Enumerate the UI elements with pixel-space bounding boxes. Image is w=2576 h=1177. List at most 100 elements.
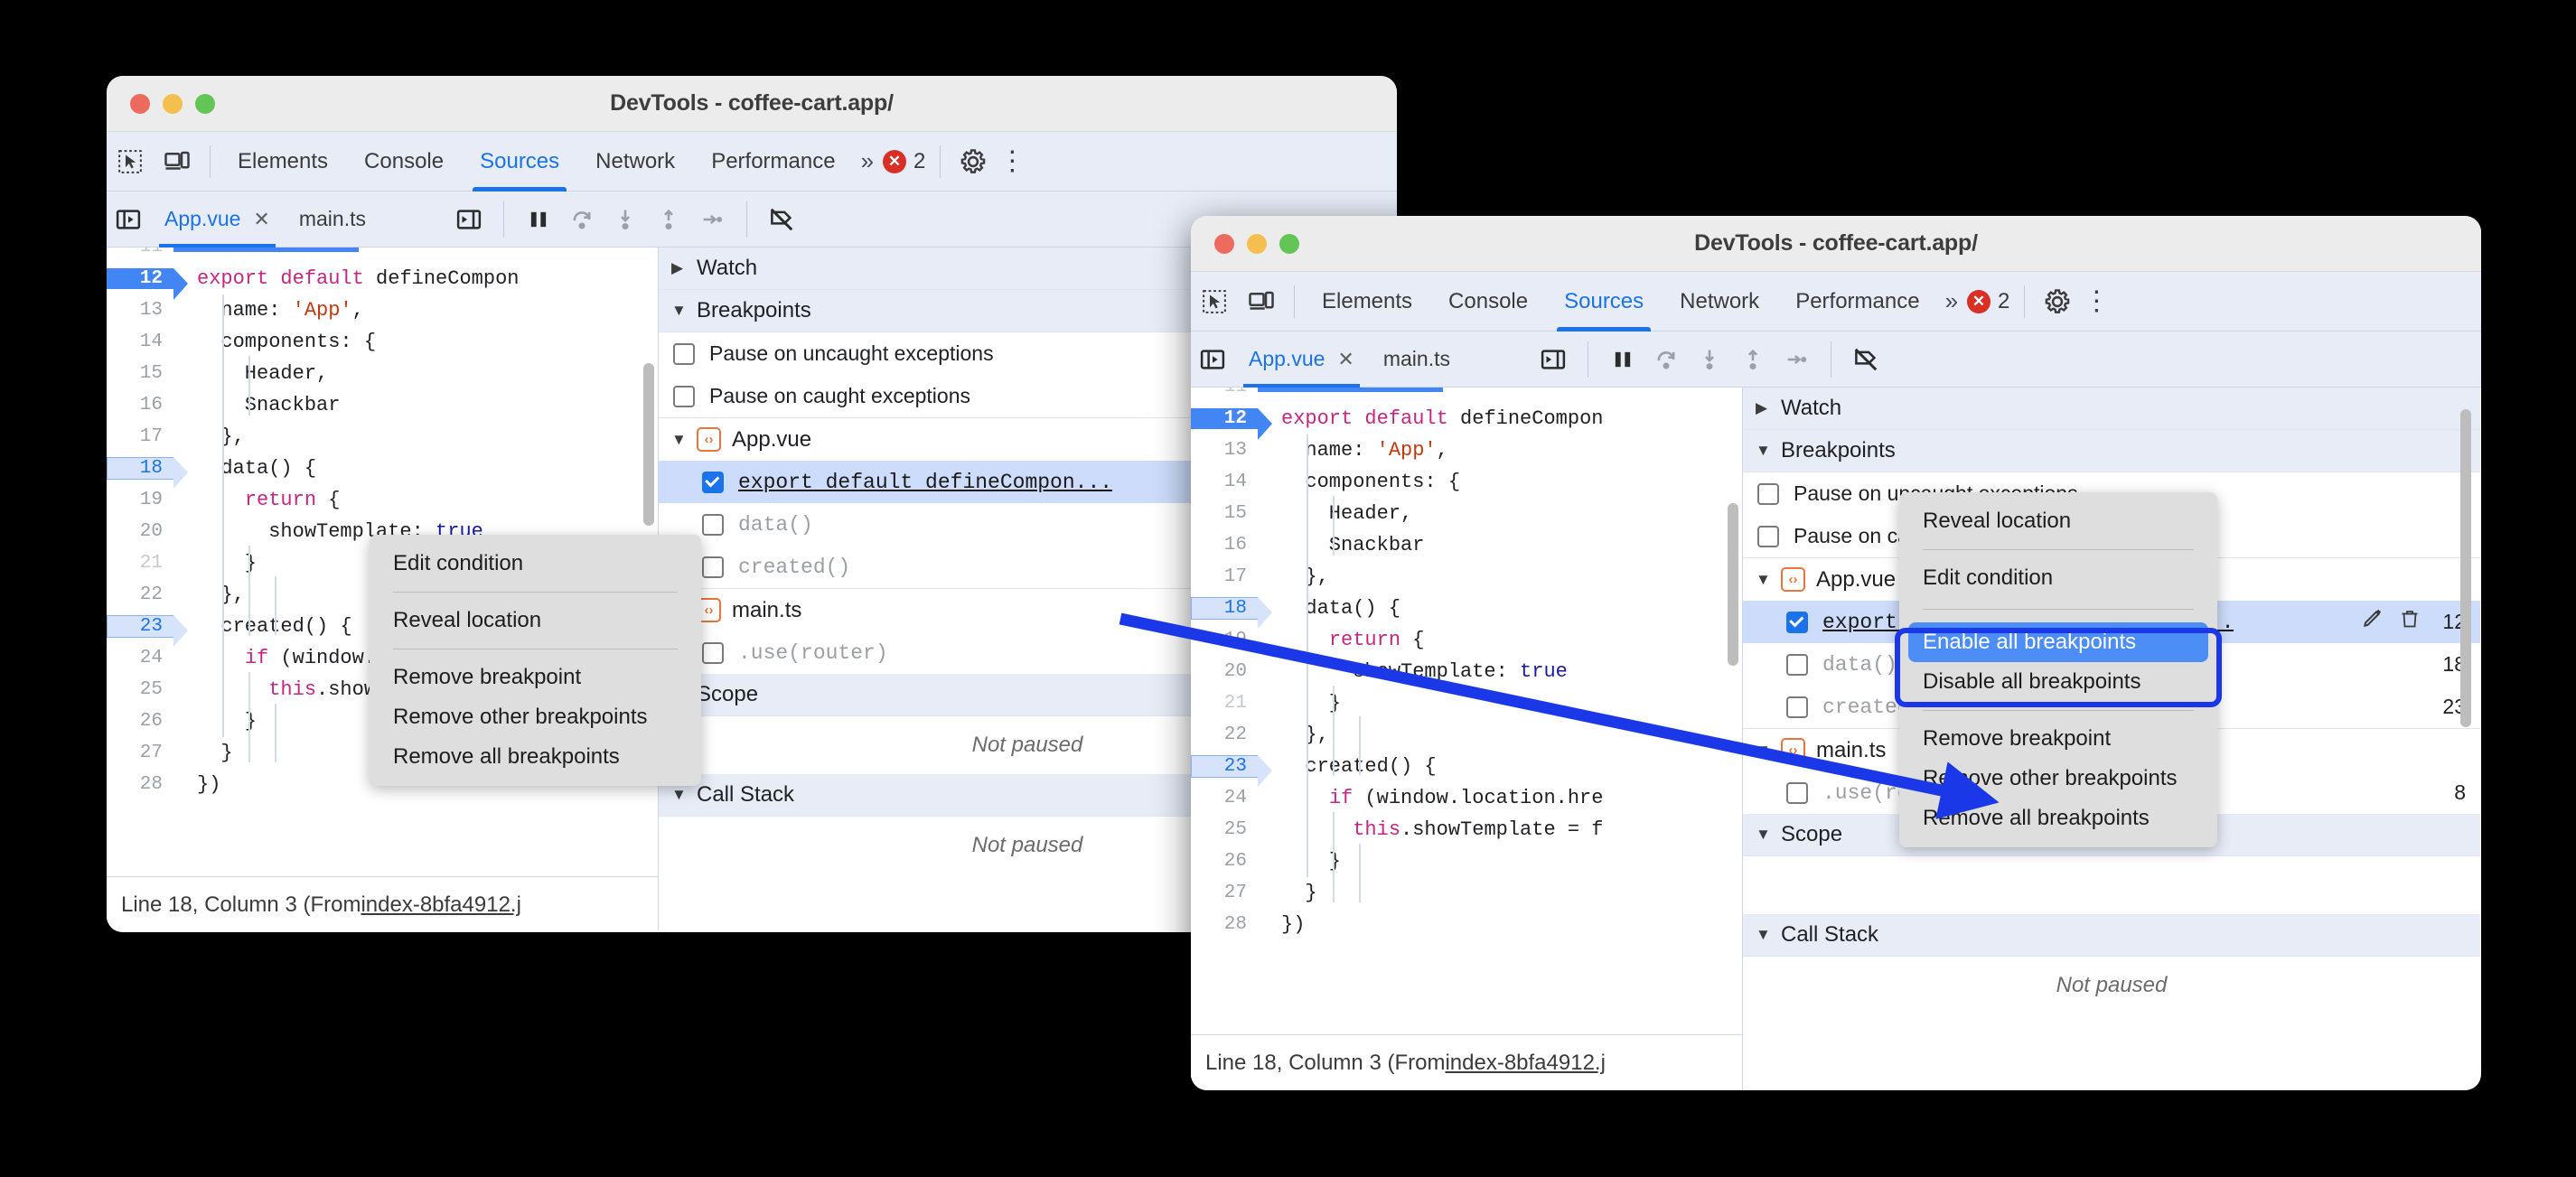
line-number[interactable]: 14: [107, 332, 173, 352]
show-debugger-icon[interactable]: [1532, 338, 1575, 381]
line-number[interactable]: 16: [107, 395, 173, 416]
file-tab-app-vue[interactable]: App.vue ✕: [1234, 332, 1369, 388]
tab-network[interactable]: Network: [577, 132, 693, 191]
error-badge[interactable]: ✕ 2: [1962, 289, 2015, 314]
code-row[interactable]: 13 name: 'App',: [1191, 434, 1603, 466]
menu-item-disable-all-breakpoints[interactable]: Disable all breakpoints: [1899, 662, 2217, 702]
menu-item-remove-all-breakpoints[interactable]: Remove all breakpoints: [1899, 799, 2217, 838]
code-row[interactable]: 19 return {: [107, 484, 519, 516]
line-number[interactable]: 12: [1191, 408, 1272, 440]
line-number[interactable]: 18: [107, 457, 188, 489]
inspect-element-icon[interactable]: [107, 138, 154, 185]
code-text[interactable]: if (window.location.hre: [1281, 787, 1604, 809]
line-number[interactable]: 17: [107, 426, 173, 447]
code-lines[interactable]: 11 12 export default defineCompon 13 name: …: [1191, 388, 1603, 940]
line-number[interactable]: 20: [1191, 661, 1258, 682]
section-breakpoints[interactable]: ▼ Breakpoints: [1743, 430, 2480, 472]
section-watch[interactable]: ▶ Watch: [1743, 388, 2480, 430]
code-text[interactable]: Header,: [197, 362, 328, 385]
code-text[interactable]: }: [197, 742, 232, 764]
code-text[interactable]: export default defineCompon: [197, 267, 519, 290]
menu-item-remove-other-breakpoints[interactable]: Remove other breakpoints: [1899, 759, 2217, 799]
show-navigator-icon[interactable]: [1191, 338, 1234, 381]
tab-sources[interactable]: Sources: [1546, 272, 1662, 332]
deactivate-breakpoints-icon[interactable]: [1844, 338, 1888, 381]
line-number[interactable]: 23: [107, 615, 188, 647]
code-row[interactable]: 12 export default defineCompon: [107, 263, 519, 300]
code-row[interactable]: 18 data() {: [1191, 593, 1603, 629]
file-tab-main-ts[interactable]: main.ts: [1369, 332, 1465, 388]
gear-icon[interactable]: [950, 138, 997, 185]
tab-sources[interactable]: Sources: [462, 132, 577, 191]
code-row[interactable]: 14 components: {: [107, 326, 519, 358]
pause-resume-icon[interactable]: [1601, 338, 1644, 381]
line-number[interactable]: 18: [1191, 597, 1272, 629]
line-number[interactable]: 11: [1191, 388, 1258, 397]
line-number[interactable]: 27: [1191, 883, 1258, 903]
breakpoint-checkbox[interactable]: [702, 556, 724, 578]
code-row[interactable]: 23 created() {: [1191, 751, 1603, 787]
device-toolbar-icon[interactable]: [154, 138, 201, 185]
step-into-icon[interactable]: [604, 198, 647, 241]
close-icon[interactable]: ✕: [1337, 348, 1354, 371]
line-number[interactable]: 21: [1191, 693, 1258, 714]
deactivate-breakpoints-icon[interactable]: [760, 198, 803, 241]
line-number[interactable]: 25: [1191, 819, 1258, 840]
kebab-menu-icon[interactable]: ⋮: [997, 147, 1027, 174]
tab-console[interactable]: Console: [346, 132, 462, 191]
line-number[interactable]: 15: [107, 363, 173, 384]
code-row[interactable]: 26 }: [1191, 845, 1603, 877]
show-debugger-icon[interactable]: [447, 198, 491, 241]
code-text[interactable]: },: [1281, 565, 1328, 588]
menu-item-remove-breakpoint[interactable]: Remove breakpoint: [370, 658, 701, 697]
line-number[interactable]: 23: [1191, 755, 1272, 787]
section-call-stack[interactable]: ▼ Call Stack: [1743, 914, 2480, 957]
code-row[interactable]: 19 return {: [1191, 624, 1603, 656]
code-row[interactable]: 24 if (window.location.hre: [1191, 782, 1604, 814]
code-text[interactable]: data() {: [197, 457, 316, 480]
step-over-icon[interactable]: [560, 198, 604, 241]
code-text[interactable]: }): [1281, 913, 1305, 936]
step-into-icon[interactable]: [1688, 338, 1731, 381]
code-row[interactable]: 27 }: [1191, 877, 1603, 909]
menu-item-enable-all-breakpoints[interactable]: Enable all breakpoints: [1908, 622, 2208, 662]
inspect-element-icon[interactable]: [1191, 278, 1238, 325]
gear-icon[interactable]: [2034, 278, 2081, 325]
window-2-context-menu[interactable]: Reveal location Edit condition Enable all …: [1899, 492, 2217, 847]
code-row[interactable]: 22 },: [1191, 719, 1603, 751]
line-number[interactable]: 21: [107, 553, 173, 574]
line-number[interactable]: 19: [107, 490, 173, 510]
show-navigator-icon[interactable]: [107, 198, 150, 241]
editor-vertical-scrollbar[interactable]: [643, 363, 654, 526]
code-row[interactable]: 25 this.showTemplate = f: [1191, 814, 1604, 845]
code-row[interactable]: 16 Snackbar: [107, 389, 519, 421]
close-icon[interactable]: ✕: [253, 208, 269, 231]
code-row[interactable]: 11: [1191, 388, 1603, 403]
code-row[interactable]: 18 data() {: [107, 453, 519, 489]
line-number[interactable]: 13: [107, 300, 173, 321]
breakpoint-checkbox[interactable]: [1786, 696, 1808, 718]
line-number[interactable]: 13: [1191, 440, 1258, 461]
tab-performance[interactable]: Performance: [1777, 272, 1937, 332]
step-icon[interactable]: [1775, 338, 1818, 381]
line-number[interactable]: 16: [1191, 535, 1258, 556]
code-text[interactable]: Snackbar: [197, 394, 341, 416]
line-number[interactable]: 12: [107, 268, 188, 300]
code-row[interactable]: 14 components: {: [1191, 466, 1603, 498]
device-toolbar-icon[interactable]: [1238, 278, 1285, 325]
file-tab-main-ts[interactable]: main.ts: [285, 191, 380, 248]
kebab-menu-icon[interactable]: ⋮: [2081, 287, 2112, 314]
line-number[interactable]: 27: [107, 743, 173, 763]
pause-caught-checkbox[interactable]: [673, 385, 695, 407]
editor-vertical-scrollbar[interactable]: [1728, 503, 1738, 666]
step-icon[interactable]: [690, 198, 734, 241]
line-number[interactable]: 26: [107, 711, 173, 732]
line-number[interactable]: 14: [1191, 472, 1258, 492]
breakpoint-checkbox[interactable]: [702, 641, 724, 664]
pencil-icon[interactable]: [2361, 607, 2384, 637]
code-text[interactable]: Snackbar: [1281, 534, 1425, 556]
code-text[interactable]: return {: [1281, 629, 1425, 651]
code-text[interactable]: return {: [197, 489, 341, 511]
code-row[interactable]: 20 showTemplate: true: [1191, 656, 1603, 687]
error-badge[interactable]: ✕ 2: [877, 149, 931, 174]
